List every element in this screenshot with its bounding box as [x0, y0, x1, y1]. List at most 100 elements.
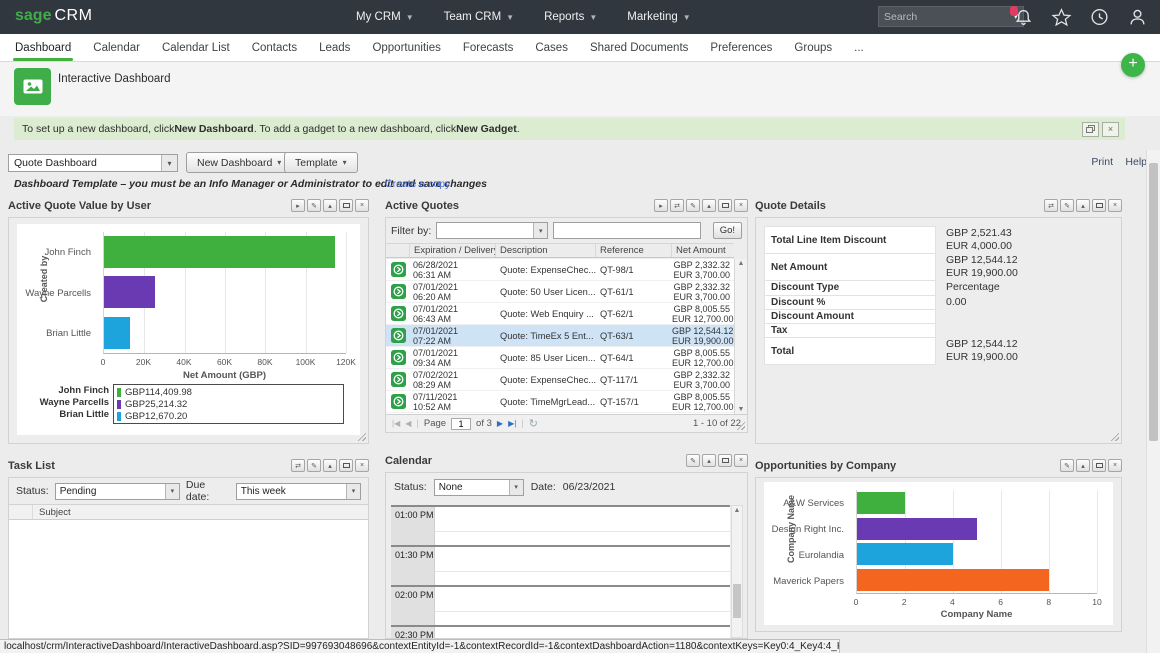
tab[interactable]: Calendar List — [151, 34, 241, 61]
scroll-up-icon[interactable]: ▲ — [732, 507, 742, 514]
edit-icon[interactable]: ✎ — [307, 459, 321, 472]
quotes-row[interactable]: 06/28/2021 06:31 AM Quote: ExpenseChec..… — [386, 259, 734, 281]
tab[interactable]: ... — [843, 34, 875, 61]
column-header-description[interactable]: Description — [496, 244, 596, 257]
recent-clock-icon[interactable] — [1089, 7, 1110, 27]
tab[interactable]: Cases — [524, 34, 579, 61]
maximize-icon[interactable] — [718, 454, 732, 467]
filter-field-select[interactable]: ▾ — [436, 222, 548, 239]
run-icon[interactable]: ▸ — [291, 199, 305, 212]
search-box[interactable]: ▾ — [878, 6, 1024, 27]
quotes-row[interactable]: 07/01/2021 06:20 AM Quote: 50 User Licen… — [386, 281, 734, 303]
close-icon[interactable]: × — [734, 199, 748, 212]
quotes-row[interactable]: 07/02/2021 08:29 AM Quote: ExpenseChec..… — [386, 369, 734, 391]
main-vertical-scrollbar[interactable] — [1146, 150, 1160, 653]
close-icon[interactable]: × — [355, 459, 369, 472]
search-input[interactable] — [884, 11, 1013, 23]
go-button[interactable]: Go! — [713, 222, 742, 239]
tab[interactable]: Opportunities — [361, 34, 451, 61]
calendar-time-slot[interactable]: 01:00 PM — [391, 505, 730, 545]
collapse-icon[interactable]: ▴ — [1076, 459, 1090, 472]
resize-handle[interactable] — [1110, 432, 1119, 441]
prev-page-icon[interactable]: ◀ — [405, 419, 411, 428]
top-menu-item[interactable]: My CRM ▼ — [356, 11, 414, 23]
tab[interactable]: Dashboard — [4, 34, 82, 61]
filter-value-input[interactable] — [553, 222, 701, 239]
refresh-icon[interactable]: ↻ — [529, 417, 538, 430]
task-status-select[interactable]: Pending ▾ — [55, 483, 180, 500]
top-menu-item[interactable]: Marketing ▼ — [627, 11, 690, 23]
user-profile-icon[interactable] — [1127, 7, 1148, 27]
top-menu-item[interactable]: Reports ▼ — [544, 11, 597, 23]
scroll-up-icon[interactable]: ▲ — [735, 260, 747, 267]
maximize-icon[interactable] — [339, 459, 353, 472]
print-link[interactable]: Print — [1091, 156, 1113, 168]
column-header-net-amount[interactable]: Net Amount — [672, 244, 734, 257]
help-link[interactable]: Help — [1125, 156, 1147, 168]
quotes-row[interactable]: 07/01/2021 09:34 AM Quote: 85 User Licen… — [386, 347, 734, 369]
maximize-icon[interactable] — [1092, 459, 1106, 472]
column-header-subject[interactable]: Subject — [33, 507, 71, 518]
tab[interactable]: Calendar — [82, 34, 151, 61]
edit-icon[interactable]: ✎ — [1060, 199, 1074, 212]
top-menu-item[interactable]: Team CRM ▼ — [444, 11, 514, 23]
calendar-time-slot[interactable]: 02:30 PM — [391, 625, 730, 638]
calendar-date-value[interactable]: 06/23/2021 — [563, 481, 616, 493]
tab[interactable]: Contacts — [241, 34, 308, 61]
dashboard-select[interactable]: Quote Dashboard ▾ — [8, 154, 178, 172]
chevron-down-icon[interactable]: ▾ — [346, 484, 360, 499]
last-page-icon[interactable]: ▶| — [508, 419, 516, 428]
edit-icon[interactable]: ✎ — [686, 199, 700, 212]
first-page-icon[interactable]: |◀ — [392, 419, 400, 428]
tab[interactable]: Shared Documents — [579, 34, 699, 61]
maximize-icon[interactable] — [339, 199, 353, 212]
run-icon[interactable]: ▸ — [654, 199, 668, 212]
link-gadget-icon[interactable]: ⇄ — [670, 199, 684, 212]
collapse-icon[interactable]: ▴ — [323, 199, 337, 212]
quotes-row[interactable]: 07/01/2021 06:43 AM Quote: Web Enquiry .… — [386, 303, 734, 325]
edit-icon[interactable]: ✎ — [1060, 459, 1074, 472]
sage-crm-logo[interactable]: sageCRM — [15, 7, 92, 25]
column-header-expiration[interactable]: Expiration / Delivery ... — [410, 244, 496, 257]
edit-icon[interactable]: ✎ — [307, 199, 321, 212]
link-gadget-icon[interactable]: ⇄ — [291, 459, 305, 472]
close-icon[interactable]: × — [1108, 199, 1122, 212]
scroll-down-icon[interactable]: ▼ — [735, 406, 747, 413]
maximize-icon[interactable] — [1092, 199, 1106, 212]
close-icon[interactable]: × — [355, 199, 369, 212]
calendar-scrollbar[interactable]: ▲ — [731, 505, 743, 638]
maximize-icon[interactable] — [718, 199, 732, 212]
notifications-bell-icon[interactable] — [1013, 7, 1034, 27]
tab[interactable]: Groups — [783, 34, 843, 61]
tab[interactable]: Forecasts — [452, 34, 525, 61]
chevron-down-icon[interactable]: ▾ — [533, 223, 547, 238]
collapse-icon[interactable]: ▴ — [702, 199, 716, 212]
notice-restore-icon[interactable] — [1082, 122, 1099, 137]
close-icon[interactable]: × — [734, 454, 748, 467]
template-button[interactable]: Template ▾ — [284, 152, 358, 173]
calendar-time-slot[interactable]: 02:00 PM — [391, 585, 730, 625]
chevron-down-icon[interactable]: ▾ — [509, 480, 523, 495]
scrollbar-thumb[interactable] — [733, 584, 741, 618]
collapse-icon[interactable]: ▴ — [702, 454, 716, 467]
scrollbar-thumb[interactable] — [1149, 163, 1158, 441]
column-header-reference[interactable]: Reference — [596, 244, 672, 257]
calendar-time-slot[interactable]: 01:30 PM — [391, 545, 730, 585]
page-number-input[interactable] — [451, 418, 471, 430]
tab[interactable]: Preferences — [699, 34, 783, 61]
chevron-down-icon[interactable]: ▾ — [161, 155, 177, 171]
next-page-icon[interactable]: ▶ — [497, 419, 503, 428]
calendar-status-select[interactable]: None ▾ — [434, 479, 524, 496]
notice-close-icon[interactable]: × — [1102, 122, 1119, 137]
tab[interactable]: Leads — [308, 34, 361, 61]
create-a-copy-link[interactable]: Create a copy — [385, 178, 450, 190]
edit-icon[interactable]: ✎ — [686, 454, 700, 467]
task-due-date-select[interactable]: This week ▾ — [236, 483, 361, 500]
quotes-row[interactable]: 07/11/2021 10:52 AM Quote: TimeMgrLead..… — [386, 391, 734, 413]
favorites-star-icon[interactable] — [1051, 7, 1072, 27]
link-gadget-icon[interactable]: ⇄ — [1044, 199, 1058, 212]
close-icon[interactable]: × — [1108, 459, 1122, 472]
chevron-down-icon[interactable]: ▾ — [165, 484, 179, 499]
quotes-row[interactable]: 07/01/2021 07:22 AM Quote: TimeEx 5 Ent.… — [386, 325, 734, 347]
collapse-icon[interactable]: ▴ — [1076, 199, 1090, 212]
